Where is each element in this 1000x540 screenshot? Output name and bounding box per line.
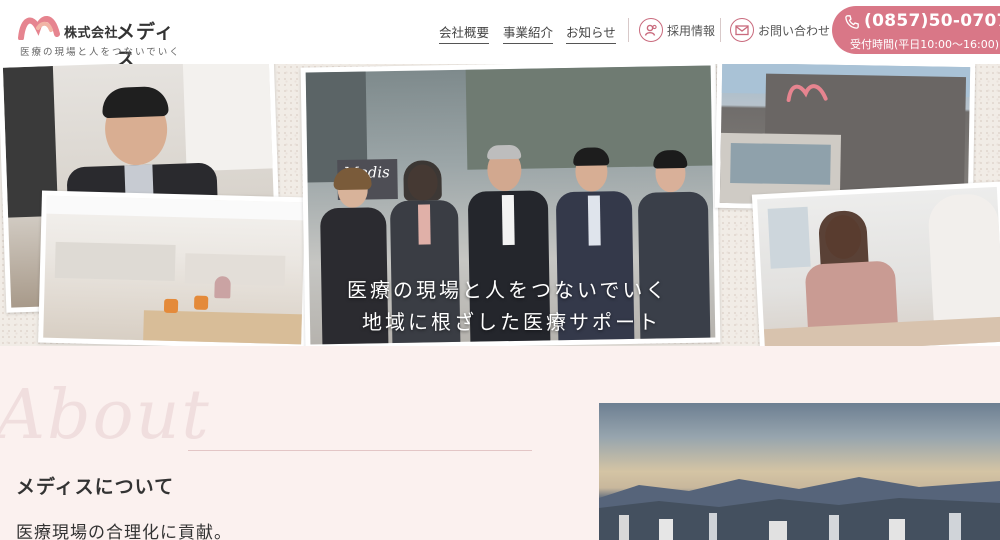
- tel-number: (0857)50-0707: [864, 11, 1000, 31]
- person-search-icon[interactable]: [639, 18, 663, 42]
- logo-tagline: 医療の現場と人をつないでいく: [20, 47, 181, 58]
- nav-divider: [720, 18, 721, 42]
- building-logo-icon: [786, 84, 828, 103]
- about-section: About メディスについて 医療現場の合理化に貢献。: [0, 346, 1000, 540]
- nav-divider: [628, 18, 629, 42]
- hero-collage: Medis: [0, 64, 1000, 346]
- site-header: 株式会社 メディス 医療の現場と人をつないでいく 会社概要 事業紹介 お知らせ …: [0, 0, 1000, 70]
- nav-business[interactable]: 事業紹介: [503, 22, 554, 44]
- about-lead-text: 医療現場の合理化に貢献。: [16, 523, 232, 540]
- tel-button[interactable]: (0857)50-0707 受付時間(平日10:00〜16:00): [832, 6, 1000, 54]
- about-cityscape-photo: [599, 403, 1000, 540]
- nav-company-overview[interactable]: 会社概要: [439, 22, 490, 44]
- recruit-link[interactable]: 採用情報: [667, 22, 715, 39]
- nav-news[interactable]: お知らせ: [566, 22, 616, 44]
- hero-photo-office: [38, 190, 310, 346]
- contact-link[interactable]: お問い合わせ: [758, 22, 830, 39]
- mail-icon[interactable]: [730, 18, 754, 42]
- logo-corp-prefix: 株式会社: [64, 26, 119, 41]
- about-script-heading: About: [0, 376, 211, 455]
- hero-catchcopy-line1: 医療の現場と人をつないでいく: [347, 278, 669, 302]
- about-title: メディスについて: [16, 476, 175, 498]
- company-logo[interactable]: 株式会社 メディス 医療の現場と人をつないでいく: [18, 10, 193, 70]
- phone-icon: [845, 15, 859, 29]
- about-divider: [188, 450, 532, 451]
- tel-hours: 受付時間(平日10:00〜16:00): [850, 38, 999, 51]
- hero-photo-desk-staff: [751, 181, 1000, 346]
- hero-catchcopy-line2: 地域に根ざした医療サポート: [362, 310, 661, 334]
- hero-photo-team: Medis: [300, 64, 721, 346]
- logo-mark-icon: [18, 16, 60, 40]
